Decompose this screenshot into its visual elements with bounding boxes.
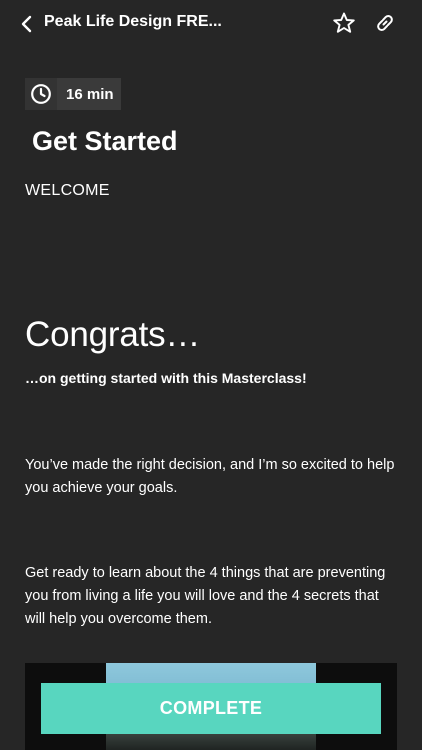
chevron-left-icon — [21, 15, 32, 33]
back-button[interactable] — [14, 12, 38, 36]
section-label: WELCOME — [25, 182, 110, 199]
link-icon — [377, 15, 393, 31]
course-title: Peak Life Design FRE... — [44, 13, 222, 30]
clock-icon — [31, 84, 51, 104]
star-outline-icon — [333, 12, 355, 33]
section-title: Get Started — [32, 126, 178, 156]
duration-text: 16 min — [66, 85, 114, 103]
top-navigation-bar: Peak Life Design FRE... — [0, 0, 422, 46]
complete-button[interactable]: COMPLETE — [41, 683, 381, 734]
share-link-button[interactable] — [372, 10, 398, 36]
favorite-button[interactable] — [331, 10, 357, 36]
content-subheading: …on getting started with this Masterclas… — [25, 370, 307, 386]
content-paragraph-2: Get ready to learn about the 4 things th… — [25, 565, 386, 627]
duration-badge: 16 min — [25, 78, 121, 110]
lesson-image-ground — [106, 732, 316, 750]
clock-icon-container — [25, 78, 57, 110]
content-paragraph-1: You’ve made the right decision, and I’m … — [25, 457, 395, 496]
content-heading: Congrats… — [25, 315, 201, 354]
